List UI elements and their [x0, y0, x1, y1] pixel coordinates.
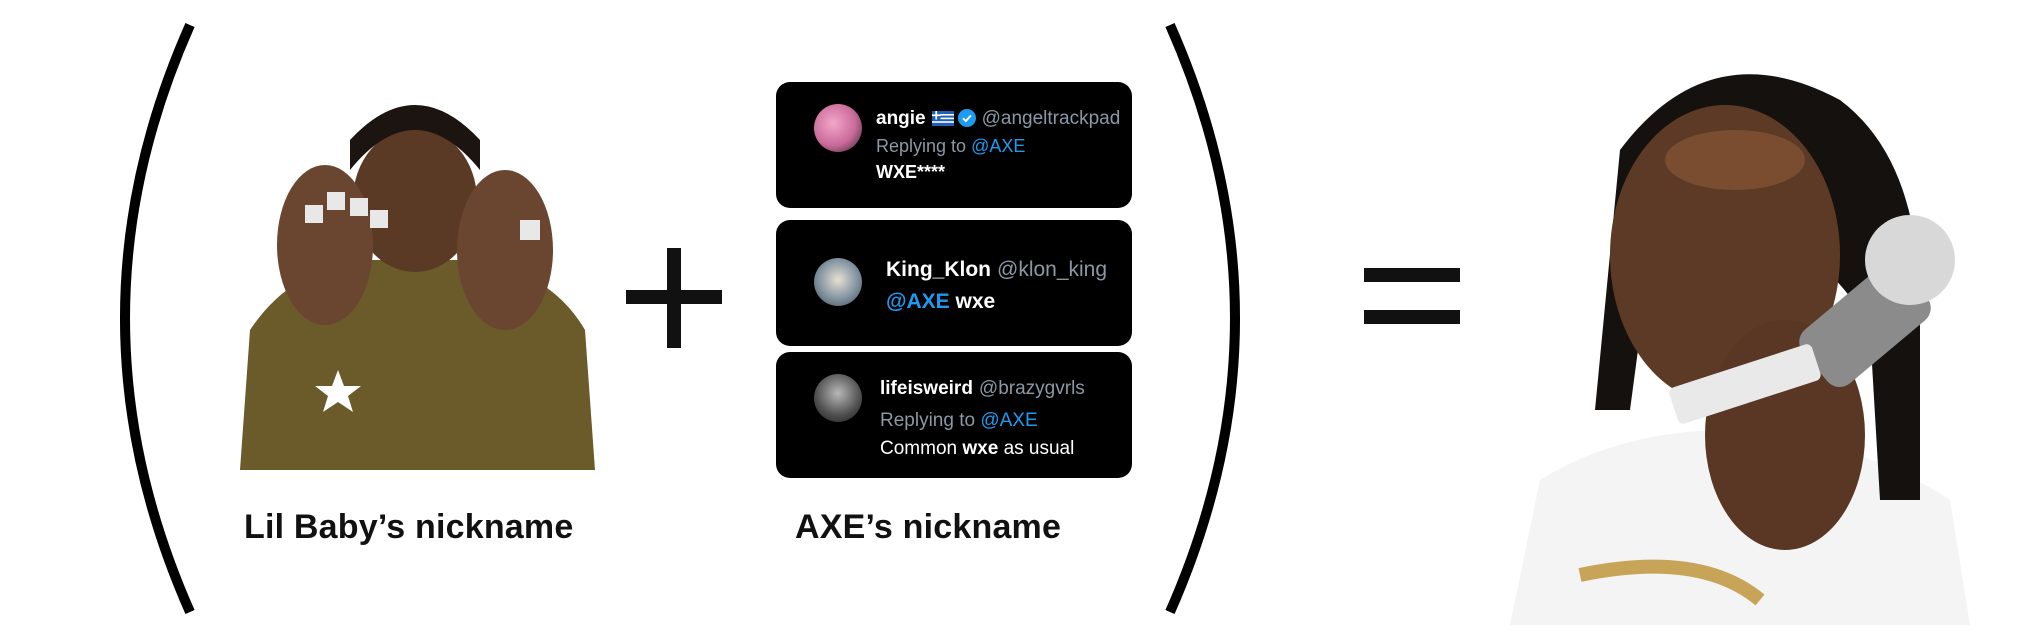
left-caption: Lil Baby’s nickname [244, 508, 574, 546]
right-caption: AXE’s nickname [795, 508, 1062, 546]
tweet-author-handle[interactable]: @angeltrackpad [982, 108, 1121, 129]
tweet-card-angie[interactable]: angie @angeltrackpad Replying to @AXE WX… [776, 82, 1132, 208]
right-parenthesis [1165, 22, 1240, 615]
left-parenthesis [120, 22, 195, 615]
verified-badge-icon [957, 109, 976, 127]
tweet-card-lifeisweird[interactable]: lifeisweird @brazygvrls Replying to @AXE … [776, 352, 1132, 478]
greek-flag-icon [931, 111, 954, 126]
replying-to: Replying to @AXE [876, 136, 1026, 156]
avatar[interactable] [814, 258, 862, 306]
tweet-author-name[interactable]: King_Klon [886, 258, 991, 281]
tweet-header: angie @angeltrackpad [876, 108, 1120, 130]
tweet-header: lifeisweird @brazygvrls [880, 378, 1085, 400]
tweet-text: WXE**** [876, 162, 946, 182]
tweet-text: @AXE wxe [886, 290, 996, 313]
plus-sign [626, 248, 722, 348]
tweet-author-handle[interactable]: @klon_king [997, 258, 1107, 281]
tweet-card-king-klon[interactable]: King_Klon @klon_king @AXE wxe [776, 220, 1132, 346]
avatar[interactable] [814, 374, 862, 422]
mention-link[interactable]: @AXE [886, 290, 950, 313]
lil-baby-whamp-photo [230, 80, 600, 470]
tweet-author-name[interactable]: angie [876, 108, 926, 129]
avatar[interactable] [814, 104, 862, 152]
mention-link[interactable]: @AXE [980, 410, 1037, 431]
tweet-author-handle[interactable]: @brazygvrls [979, 378, 1085, 399]
tweet-header: King_Klon @klon_king [886, 258, 1107, 282]
tweet-author-name[interactable]: lifeisweird [880, 378, 973, 399]
lil-baby-whaxe-photo [1500, 30, 1970, 625]
replying-to: Replying to @AXE [880, 410, 1038, 431]
equals-sign [1364, 268, 1460, 328]
tweet-text: Common wxe as usual [880, 438, 1075, 459]
mention-link[interactable]: @AXE [971, 136, 1025, 156]
